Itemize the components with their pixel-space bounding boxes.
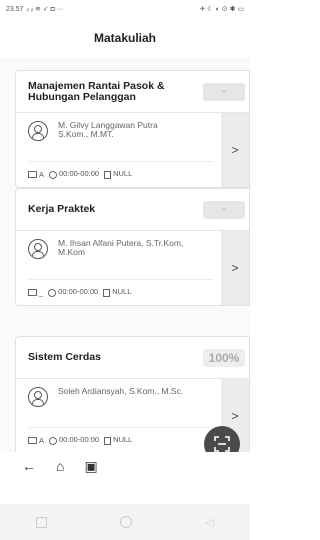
- time-info: 00:00-00:00: [49, 169, 99, 179]
- status-time: 23.57: [6, 5, 24, 13]
- course-card[interactable]: Kerja Praktek - M. Ihsan Alfani Putera, …: [15, 188, 250, 306]
- app-bar: Matakuliah: [0, 18, 250, 58]
- lecturer-row: M. Ihsan Alfani Putera, S.Tr.Kom, M.Kom: [28, 239, 213, 280]
- status-right-icons: ✈ ☾ ◐ ⊙ ✱ ▭: [199, 6, 244, 13]
- lecturer-name: M. Gilvy Langgawan Putra S.Kom., M.MT.: [58, 120, 158, 139]
- course-header: Kerja Praktek -: [16, 189, 249, 231]
- user-icon: [28, 121, 48, 141]
- laptop-icon: [28, 171, 37, 179]
- attendance-badge: 100%: [203, 348, 245, 367]
- system-back-icon[interactable]: ◁: [205, 516, 213, 529]
- class-info: _: [28, 288, 43, 297]
- schedule-row: A 00:00-00:00 NULL: [28, 428, 213, 452]
- schedule-row: _ 00:00-00:00 NULL: [28, 280, 213, 304]
- recents-icon[interactable]: [36, 516, 48, 528]
- course-detail-button[interactable]: >: [221, 231, 249, 305]
- course-header: Manajemen Rantai Pasok & Hubungan Pelang…: [16, 71, 249, 113]
- course-detail-button[interactable]: >: [221, 113, 249, 187]
- bottom-nav: ← ⌂ ▣: [0, 452, 250, 480]
- room-info: NULL: [103, 287, 131, 297]
- laptop-icon: [28, 437, 37, 445]
- back-icon[interactable]: ←: [22, 458, 36, 474]
- course-name: Sistem Cerdas: [28, 351, 101, 363]
- scan-icon: [214, 436, 230, 452]
- building-icon: [104, 170, 112, 179]
- calendar-icon[interactable]: ▣: [84, 458, 97, 475]
- class-info: A: [28, 436, 44, 445]
- attendance-badge: -: [203, 82, 245, 101]
- user-icon: [28, 239, 48, 259]
- course-list[interactable]: Manajemen Rantai Pasok & Hubungan Pelang…: [0, 58, 250, 458]
- clock-icon: [48, 288, 57, 297]
- course-header: Sistem Cerdas 100%: [16, 337, 249, 379]
- clock-icon: [49, 170, 58, 179]
- lecturer-name: M. Ihsan Alfani Putera, S.Tr.Kom, M.Kom: [58, 238, 184, 257]
- attendance-badge: -: [203, 200, 245, 219]
- time-info: 00:00-00:00: [48, 287, 98, 297]
- course-name: Kerja Praktek: [28, 203, 96, 215]
- home-system-icon[interactable]: [120, 516, 133, 528]
- lecturer-row: Soleh Ardiansyah, S.Kom., M.Sc.: [28, 387, 213, 428]
- user-icon: [28, 387, 48, 407]
- building-icon: [103, 288, 111, 297]
- time-info: 00:00-00:00: [49, 435, 99, 445]
- building-icon: [104, 436, 112, 445]
- status-left-icons: ᵢₗ ᵢₗ ≋ ✓ ◘ ···: [26, 6, 64, 13]
- schedule-row: A 00:00-00:00 NULL: [28, 162, 213, 186]
- page-title: Matakuliah: [93, 31, 156, 45]
- status-bar: 23.57 ᵢₗ ᵢₗ ≋ ✓ ◘ ··· ✈ ☾ ◐ ⊙ ✱ ▭: [0, 0, 250, 18]
- clock-icon: [49, 436, 58, 445]
- course-name: Manajemen Rantai Pasok & Hubungan Pelang…: [28, 79, 165, 103]
- laptop-icon: [28, 289, 37, 297]
- home-icon[interactable]: ⌂: [56, 458, 64, 474]
- system-nav: ◁: [0, 504, 250, 540]
- class-info: A: [28, 170, 44, 179]
- course-card[interactable]: Manajemen Rantai Pasok & Hubungan Pelang…: [15, 70, 250, 188]
- room-info: NULL: [104, 435, 132, 445]
- lecturer-name: Soleh Ardiansyah, S.Kom., M.Sc.: [58, 386, 184, 396]
- room-info: NULL: [104, 169, 132, 179]
- lecturer-row: M. Gilvy Langgawan Putra S.Kom., M.MT.: [28, 121, 213, 162]
